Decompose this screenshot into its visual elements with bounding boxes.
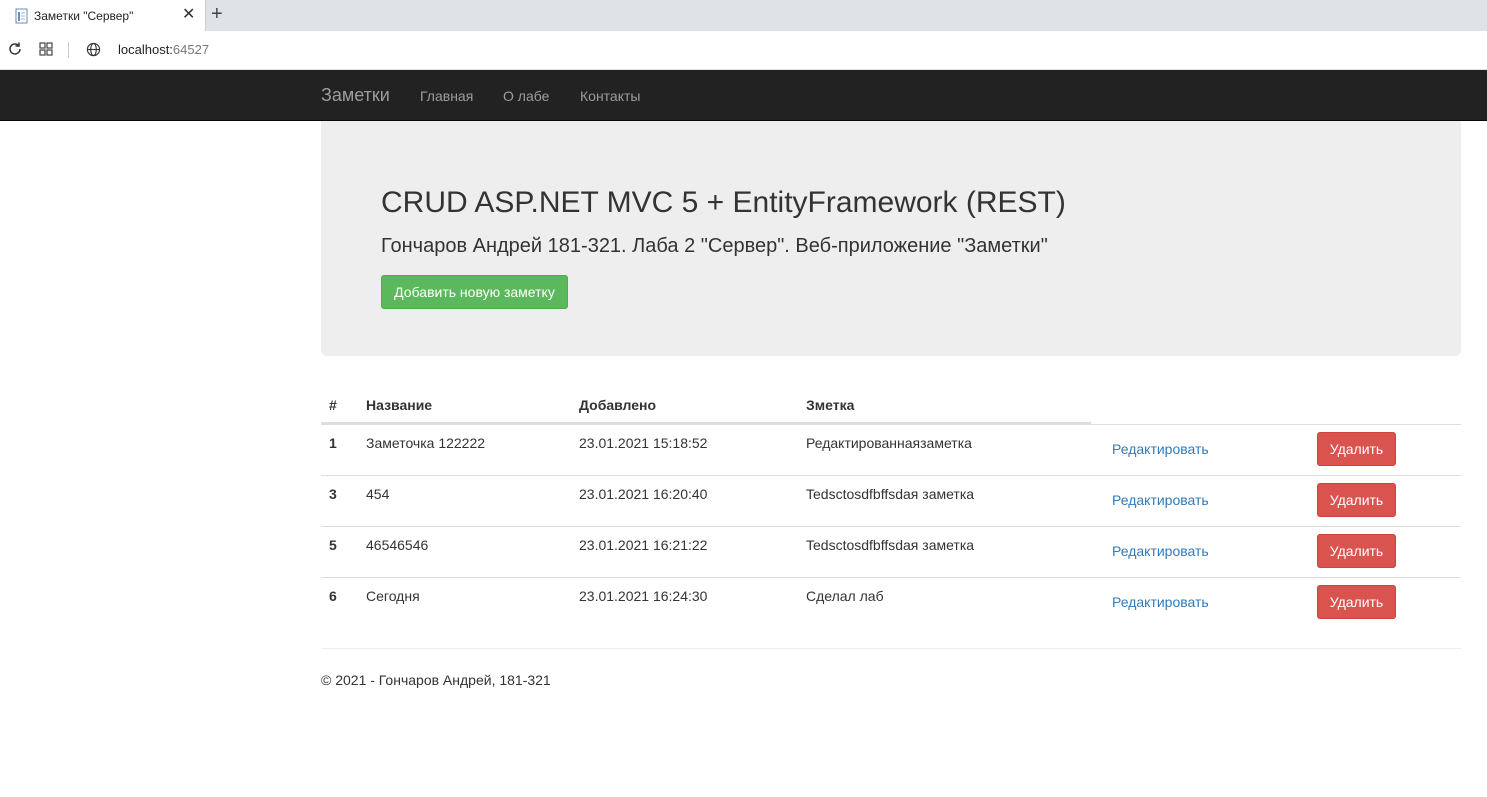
row-note: Редактированнаязаметка (806, 435, 972, 451)
row-id: 5 (329, 537, 337, 553)
column-header-number: # (329, 397, 337, 413)
row-added: 23.01.2021 15:18:52 (579, 435, 708, 451)
edit-link[interactable]: Редактировать (1112, 492, 1209, 508)
row-added: 23.01.2021 16:21:22 (579, 537, 708, 553)
delete-button[interactable]: Удалить (1317, 585, 1396, 619)
row-id: 3 (329, 486, 337, 502)
delete-button[interactable]: Удалить (1317, 534, 1396, 568)
row-added: 23.01.2021 16:20:40 (579, 486, 708, 502)
jumbotron: CRUD ASP.NET MVC 5 + EntityFramework (RE… (321, 121, 1461, 356)
edit-link[interactable]: Редактировать (1112, 543, 1209, 559)
edit-link[interactable]: Редактировать (1112, 594, 1209, 610)
column-header-added: Добавлено (579, 397, 657, 413)
add-note-button[interactable]: Добавить новую заметку (381, 275, 568, 309)
table-row: 1 Заметочка 122222 23.01.2021 15:18:52 Р… (321, 424, 1461, 475)
row-id: 6 (329, 588, 337, 604)
tab-title: Заметки "Сервер" (34, 9, 134, 23)
nav-link-contacts[interactable]: Контакты (580, 88, 640, 104)
table-row: 5 46546546 23.01.2021 16:21:22 Tedsctosd… (321, 526, 1461, 577)
address-bar: localhost:64527 (0, 31, 1487, 70)
toolbar-divider (68, 42, 69, 58)
table-row: 3 454 23.01.2021 16:20:40 Tedsctosdfbffs… (321, 475, 1461, 526)
url-host: localhost: (118, 42, 173, 57)
row-name: 454 (366, 486, 390, 502)
row-added: 23.01.2021 16:24:30 (579, 588, 708, 604)
row-note: Tedsctosdfbffsdaя заметка (806, 486, 975, 502)
delete-button[interactable]: Удалить (1317, 483, 1396, 517)
row-note: Сделал лаб (806, 588, 884, 604)
close-tab-icon[interactable]: ✕ (182, 6, 195, 24)
table-header: # Название Добавлено Зметка (321, 387, 1091, 424)
page-subtitle: Гончаров Андрей 181-321. Лаба 2 "Сервер"… (381, 235, 1048, 257)
delete-button[interactable]: Удалить (1317, 432, 1396, 466)
navbar-brand[interactable]: Заметки (321, 85, 390, 106)
globe-icon (86, 42, 101, 57)
new-tab-icon[interactable]: + (211, 3, 223, 25)
url-port: 64527 (172, 42, 210, 57)
page-icon (15, 8, 28, 24)
browser-tab[interactable]: Заметки "Сервер" ✕ (0, 0, 206, 31)
site-navbar: Заметки Главная О лабе Контакты (0, 70, 1487, 121)
row-name: 46546546 (366, 537, 429, 553)
column-header-note: Зметка (806, 397, 855, 413)
apps-grid-icon[interactable] (39, 42, 53, 56)
row-note: Tedsctosdfbffsdaя заметка (806, 537, 975, 553)
footer-text: © 2021 - Гончаров Андрей, 181-321 (321, 672, 551, 688)
row-id: 1 (329, 435, 337, 451)
row-name: Сегодня (366, 588, 420, 604)
row-name: Заметочка 122222 (366, 435, 486, 451)
column-header-name: Название (366, 397, 433, 413)
browser-tabstrip: Заметки "Сервер" ✕ + (0, 0, 1487, 31)
table-row: 6 Сегодня 23.01.2021 16:24:30 Сделал лаб… (321, 577, 1461, 628)
page-title: CRUD ASP.NET MVC 5 + EntityFramework (RE… (381, 186, 1066, 219)
url-field[interactable]: localhost:64527 (118, 42, 209, 57)
nav-link-about[interactable]: О лабе (503, 88, 549, 104)
footer-divider (321, 648, 1461, 649)
edit-link[interactable]: Редактировать (1112, 441, 1209, 457)
nav-link-home[interactable]: Главная (420, 88, 473, 104)
reload-icon[interactable] (7, 41, 23, 57)
